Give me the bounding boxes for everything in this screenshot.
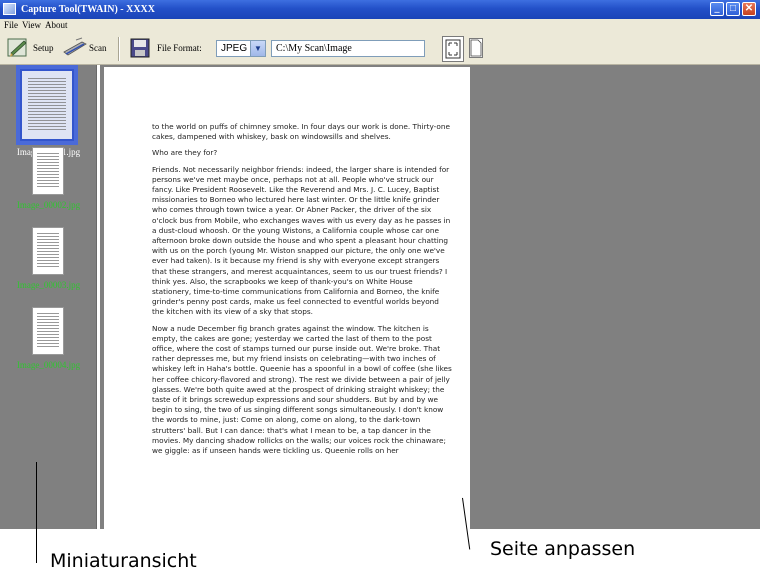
save-path-input[interactable]: C:\My Scan\Image (271, 40, 425, 57)
thumbnail-caption: Image_00002.jpg (16, 200, 81, 210)
thumbnail-caption: Image_00004.jpg (16, 360, 81, 370)
app-icon (3, 3, 16, 15)
title-bar: Capture Tool(TWAIN) - XXXX _ □ ✕ (0, 0, 760, 19)
document-paragraph: Now a nude December fig branch grates ag… (152, 323, 452, 456)
document-paragraph: to the world on puffs of chimney smoke. … (152, 122, 451, 142)
setup-button[interactable]: Setup (4, 32, 54, 65)
page-icon (470, 39, 482, 57)
thumbnail-page (32, 227, 64, 275)
thumbnail-page (32, 307, 64, 355)
scan-label: Scan (89, 43, 107, 53)
minimize-button[interactable]: _ (710, 2, 724, 16)
thumbnail-page (32, 147, 64, 195)
document-text: to the world on puffs of chimney smoke. … (152, 122, 452, 462)
thumbnail-caption: Image_00003.jpg (16, 280, 81, 290)
scan-button[interactable]: Scan (60, 32, 108, 65)
menu-file[interactable]: File (4, 20, 18, 30)
floppy-disk-icon (130, 38, 150, 58)
setup-label: Setup (33, 43, 54, 53)
file-format-value: JPEG (221, 43, 248, 54)
thumbnail-item[interactable]: Image_00004.jpg (0, 307, 97, 372)
document-paragraph: Who are they for? (152, 148, 218, 158)
chevron-down-icon[interactable]: ▼ (250, 41, 265, 56)
maximize-button[interactable]: □ (726, 2, 740, 16)
thumbnail-item[interactable]: Image_00003.jpg (0, 227, 97, 292)
menu-view[interactable]: View (22, 20, 41, 30)
menu-about[interactable]: About (45, 20, 68, 30)
fit-page-icon (445, 39, 461, 59)
document-page: to the world on puffs of chimney smoke. … (104, 67, 470, 529)
actual-size-button[interactable] (469, 38, 483, 58)
thumbnail-view-annotation: Miniaturansicht (50, 550, 197, 572)
fit-page-button[interactable] (442, 36, 464, 62)
thumbnail-panel[interactable]: Image_00001.jpg Image_00002.jpg Image_00… (0, 65, 97, 529)
thumbnail-item[interactable]: Image_00002.jpg (0, 147, 97, 212)
save-button[interactable] (128, 32, 152, 65)
fit-page-annotation: Seite anpassen (490, 538, 636, 560)
file-format-select[interactable]: JPEG ▼ (216, 40, 266, 57)
toolbar-separator (118, 37, 120, 61)
scan-icon (63, 37, 87, 56)
thumbnail-item[interactable]: Image_00001.jpg (0, 65, 97, 160)
capture-tool-window: Capture Tool(TWAIN) - XXXX _ □ ✕ File Vi… (0, 0, 760, 577)
document-paragraph: Friends. Not necessarily neighbor friend… (152, 164, 451, 317)
window-title: Capture Tool(TWAIN) - XXXX (21, 4, 155, 15)
preview-area[interactable]: to the world on puffs of chimney smoke. … (100, 65, 760, 529)
menu-bar: File View About (0, 19, 760, 32)
thumbnail-view-callout-line (36, 462, 37, 563)
toolbar: Setup Scan File Format: JPEG ▼ C:\My Sca… (0, 32, 760, 65)
file-format-label: File Format: (157, 43, 202, 53)
close-button[interactable]: ✕ (742, 2, 756, 16)
setup-icon (7, 38, 27, 57)
thumbnail-page (20, 69, 74, 141)
